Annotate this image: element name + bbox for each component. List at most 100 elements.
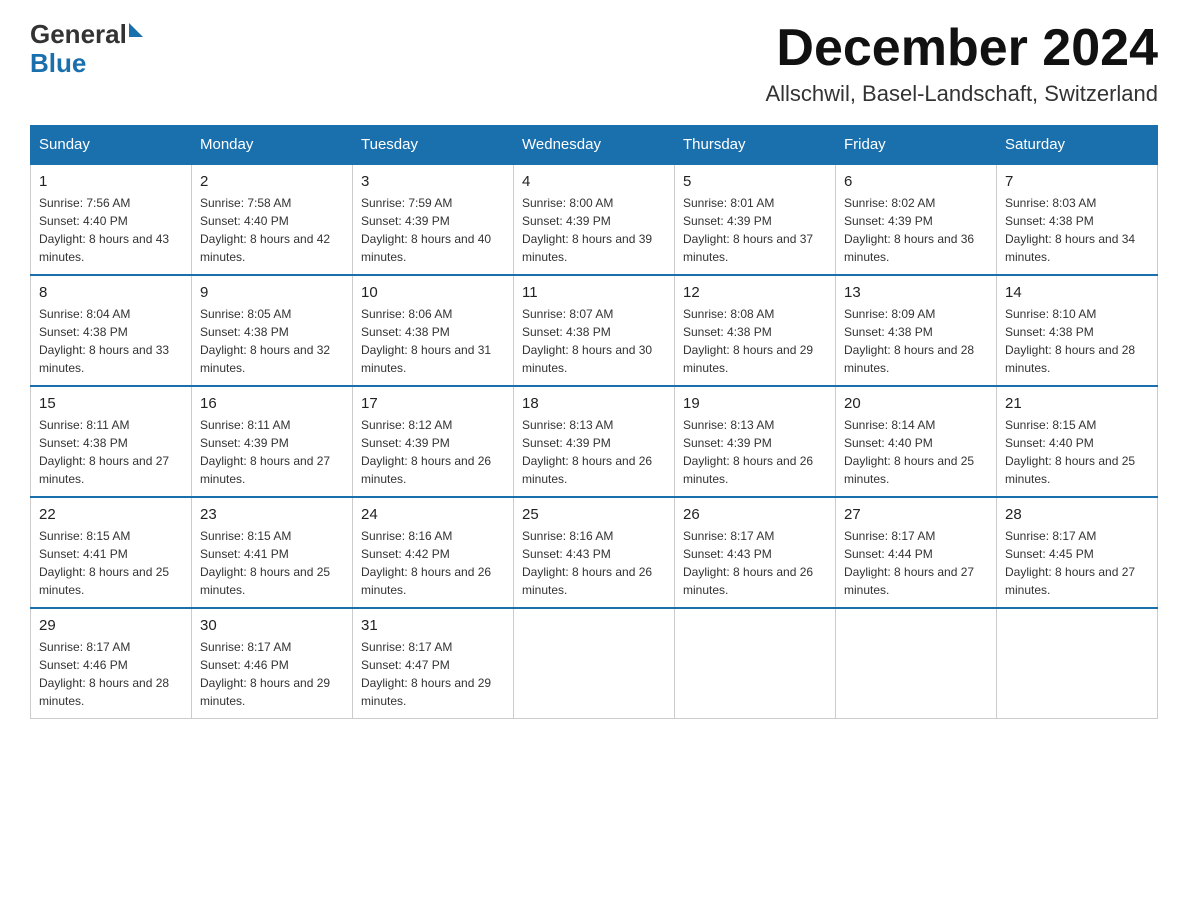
day-info: Sunrise: 8:07 AMSunset: 4:38 PMDaylight:… bbox=[522, 305, 666, 377]
calendar-day-cell: 2 Sunrise: 7:58 AMSunset: 4:40 PMDaylight… bbox=[192, 164, 353, 275]
day-number: 21 bbox=[1005, 395, 1149, 412]
calendar-week-row: 1 Sunrise: 7:56 AMSunset: 4:40 PMDaylight… bbox=[31, 164, 1158, 275]
calendar-week-row: 8 Sunrise: 8:04 AMSunset: 4:38 PMDaylight… bbox=[31, 275, 1158, 386]
day-info: Sunrise: 8:05 AMSunset: 4:38 PMDaylight:… bbox=[200, 305, 344, 377]
day-number: 17 bbox=[361, 395, 505, 412]
calendar-day-cell: 28Sunrise: 8:17 AMSunset: 4:45 PMDayligh… bbox=[997, 497, 1158, 608]
day-number: 19 bbox=[683, 395, 827, 412]
calendar-day-cell: 20 Sunrise: 8:14 AMSunset: 4:40 PMDayligh… bbox=[836, 386, 997, 497]
calendar-day-cell: 30Sunrise: 8:17 AMSunset: 4:46 PMDayligh… bbox=[192, 608, 353, 719]
day-number: 8 bbox=[39, 284, 183, 301]
logo-blue-text: Blue bbox=[30, 48, 86, 78]
calendar-day-cell: 23 Sunrise: 8:15 AMSunset: 4:41 PMDayligh… bbox=[192, 497, 353, 608]
day-info: Sunrise: 7:56 AMSunset: 4:40 PMDaylight:… bbox=[39, 194, 183, 266]
calendar-week-row: 29 Sunrise: 8:17 AMSunset: 4:46 PMDayligh… bbox=[31, 608, 1158, 719]
calendar-header-monday: Monday bbox=[192, 126, 353, 165]
day-number: 27 bbox=[844, 506, 988, 523]
day-info: Sunrise: 8:15 AMSunset: 4:41 PMDaylight:… bbox=[200, 527, 344, 599]
day-info: Sunrise: 8:13 AMSunset: 4:39 PMDaylight:… bbox=[683, 416, 827, 488]
day-info: Sunrise: 8:16 AMSunset: 4:42 PMDaylight:… bbox=[361, 527, 505, 599]
calendar-header-saturday: Saturday bbox=[997, 126, 1158, 165]
calendar-day-cell: 13 Sunrise: 8:09 AMSunset: 4:38 PMDayligh… bbox=[836, 275, 997, 386]
day-info: Sunrise: 8:00 AMSunset: 4:39 PMDaylight:… bbox=[522, 194, 666, 266]
calendar-day-cell: 7 Sunrise: 8:03 AMSunset: 4:38 PMDaylight… bbox=[997, 164, 1158, 275]
calendar-day-cell bbox=[997, 608, 1158, 719]
day-info: Sunrise: 8:17 AMSunset: 4:46 PMDaylight:… bbox=[200, 638, 344, 710]
day-info: Sunrise: 8:03 AMSunset: 4:38 PMDaylight:… bbox=[1005, 194, 1149, 266]
day-number: 2 bbox=[200, 173, 344, 190]
day-number: 7 bbox=[1005, 173, 1149, 190]
day-number: 23 bbox=[200, 506, 344, 523]
calendar-day-cell: 15 Sunrise: 8:11 AMSunset: 4:38 PMDayligh… bbox=[31, 386, 192, 497]
day-info: Sunrise: 8:14 AMSunset: 4:40 PMDaylight:… bbox=[844, 416, 988, 488]
day-number: 10 bbox=[361, 284, 505, 301]
day-number: 13 bbox=[844, 284, 988, 301]
logo-triangle-icon bbox=[129, 23, 143, 37]
calendar-day-cell: 17 Sunrise: 8:12 AMSunset: 4:39 PMDayligh… bbox=[353, 386, 514, 497]
calendar-header-wednesday: Wednesday bbox=[514, 126, 675, 165]
day-info: Sunrise: 8:08 AMSunset: 4:38 PMDaylight:… bbox=[683, 305, 827, 377]
calendar-header-tuesday: Tuesday bbox=[353, 126, 514, 165]
logo: General Blue bbox=[30, 20, 143, 77]
calendar-day-cell: 6 Sunrise: 8:02 AMSunset: 4:39 PMDaylight… bbox=[836, 164, 997, 275]
day-info: Sunrise: 8:12 AMSunset: 4:39 PMDaylight:… bbox=[361, 416, 505, 488]
day-info: Sunrise: 7:58 AMSunset: 4:40 PMDaylight:… bbox=[200, 194, 344, 266]
day-number: 16 bbox=[200, 395, 344, 412]
calendar-day-cell: 31Sunrise: 8:17 AMSunset: 4:47 PMDayligh… bbox=[353, 608, 514, 719]
day-number: 29 bbox=[39, 617, 183, 634]
calendar-header-thursday: Thursday bbox=[675, 126, 836, 165]
day-info: Sunrise: 8:01 AMSunset: 4:39 PMDaylight:… bbox=[683, 194, 827, 266]
day-number: 15 bbox=[39, 395, 183, 412]
day-info: Sunrise: 8:17 AMSunset: 4:44 PMDaylight:… bbox=[844, 527, 988, 599]
calendar-day-cell: 24 Sunrise: 8:16 AMSunset: 4:42 PMDayligh… bbox=[353, 497, 514, 608]
calendar-day-cell bbox=[675, 608, 836, 719]
calendar-day-cell: 22 Sunrise: 8:15 AMSunset: 4:41 PMDayligh… bbox=[31, 497, 192, 608]
day-info: Sunrise: 8:02 AMSunset: 4:39 PMDaylight:… bbox=[844, 194, 988, 266]
day-info: Sunrise: 8:06 AMSunset: 4:38 PMDaylight:… bbox=[361, 305, 505, 377]
calendar-day-cell: 27 Sunrise: 8:17 AMSunset: 4:44 PMDayligh… bbox=[836, 497, 997, 608]
location-title: Allschwil, Basel-Landschaft, Switzerland bbox=[765, 81, 1158, 107]
calendar-week-row: 15 Sunrise: 8:11 AMSunset: 4:38 PMDayligh… bbox=[31, 386, 1158, 497]
day-info: Sunrise: 8:17 AMSunset: 4:43 PMDaylight:… bbox=[683, 527, 827, 599]
day-info: Sunrise: 8:17 AMSunset: 4:46 PMDaylight:… bbox=[39, 638, 183, 710]
day-number: 12 bbox=[683, 284, 827, 301]
day-number: 6 bbox=[844, 173, 988, 190]
calendar-day-cell: 4Sunrise: 8:00 AMSunset: 4:39 PMDaylight… bbox=[514, 164, 675, 275]
day-number: 25 bbox=[522, 506, 666, 523]
calendar-day-cell: 16Sunrise: 8:11 AMSunset: 4:39 PMDayligh… bbox=[192, 386, 353, 497]
logo-general-text: General bbox=[30, 20, 127, 49]
calendar-day-cell: 5 Sunrise: 8:01 AMSunset: 4:39 PMDaylight… bbox=[675, 164, 836, 275]
calendar-day-cell: 12 Sunrise: 8:08 AMSunset: 4:38 PMDayligh… bbox=[675, 275, 836, 386]
calendar-day-cell: 29 Sunrise: 8:17 AMSunset: 4:46 PMDayligh… bbox=[31, 608, 192, 719]
day-info: Sunrise: 8:11 AMSunset: 4:38 PMDaylight:… bbox=[39, 416, 183, 488]
day-info: Sunrise: 8:09 AMSunset: 4:38 PMDaylight:… bbox=[844, 305, 988, 377]
calendar-day-cell: 21 Sunrise: 8:15 AMSunset: 4:40 PMDayligh… bbox=[997, 386, 1158, 497]
day-number: 20 bbox=[844, 395, 988, 412]
day-info: Sunrise: 8:17 AMSunset: 4:45 PMDaylight:… bbox=[1005, 527, 1149, 599]
page-header: General Blue December 2024 Allschwil, Ba… bbox=[30, 20, 1158, 107]
calendar-header-sunday: Sunday bbox=[31, 126, 192, 165]
day-number: 1 bbox=[39, 173, 183, 190]
day-number: 11 bbox=[522, 284, 666, 301]
day-number: 5 bbox=[683, 173, 827, 190]
day-info: Sunrise: 8:15 AMSunset: 4:41 PMDaylight:… bbox=[39, 527, 183, 599]
day-info: Sunrise: 8:04 AMSunset: 4:38 PMDaylight:… bbox=[39, 305, 183, 377]
day-number: 3 bbox=[361, 173, 505, 190]
title-block: December 2024 Allschwil, Basel-Landschaf… bbox=[765, 20, 1158, 107]
calendar-day-cell: 25Sunrise: 8:16 AMSunset: 4:43 PMDayligh… bbox=[514, 497, 675, 608]
calendar-day-cell: 3 Sunrise: 7:59 AMSunset: 4:39 PMDaylight… bbox=[353, 164, 514, 275]
calendar-day-cell: 26Sunrise: 8:17 AMSunset: 4:43 PMDayligh… bbox=[675, 497, 836, 608]
day-number: 22 bbox=[39, 506, 183, 523]
calendar-day-cell: 19 Sunrise: 8:13 AMSunset: 4:39 PMDayligh… bbox=[675, 386, 836, 497]
calendar-week-row: 22 Sunrise: 8:15 AMSunset: 4:41 PMDayligh… bbox=[31, 497, 1158, 608]
day-number: 24 bbox=[361, 506, 505, 523]
day-info: Sunrise: 7:59 AMSunset: 4:39 PMDaylight:… bbox=[361, 194, 505, 266]
day-info: Sunrise: 8:15 AMSunset: 4:40 PMDaylight:… bbox=[1005, 416, 1149, 488]
calendar-day-cell bbox=[836, 608, 997, 719]
calendar-day-cell: 1 Sunrise: 7:56 AMSunset: 4:40 PMDaylight… bbox=[31, 164, 192, 275]
calendar-day-cell bbox=[514, 608, 675, 719]
calendar-table: SundayMondayTuesdayWednesdayThursdayFrid… bbox=[30, 125, 1158, 719]
calendar-day-cell: 14Sunrise: 8:10 AMSunset: 4:38 PMDayligh… bbox=[997, 275, 1158, 386]
calendar-header-friday: Friday bbox=[836, 126, 997, 165]
calendar-day-cell: 11 Sunrise: 8:07 AMSunset: 4:38 PMDayligh… bbox=[514, 275, 675, 386]
